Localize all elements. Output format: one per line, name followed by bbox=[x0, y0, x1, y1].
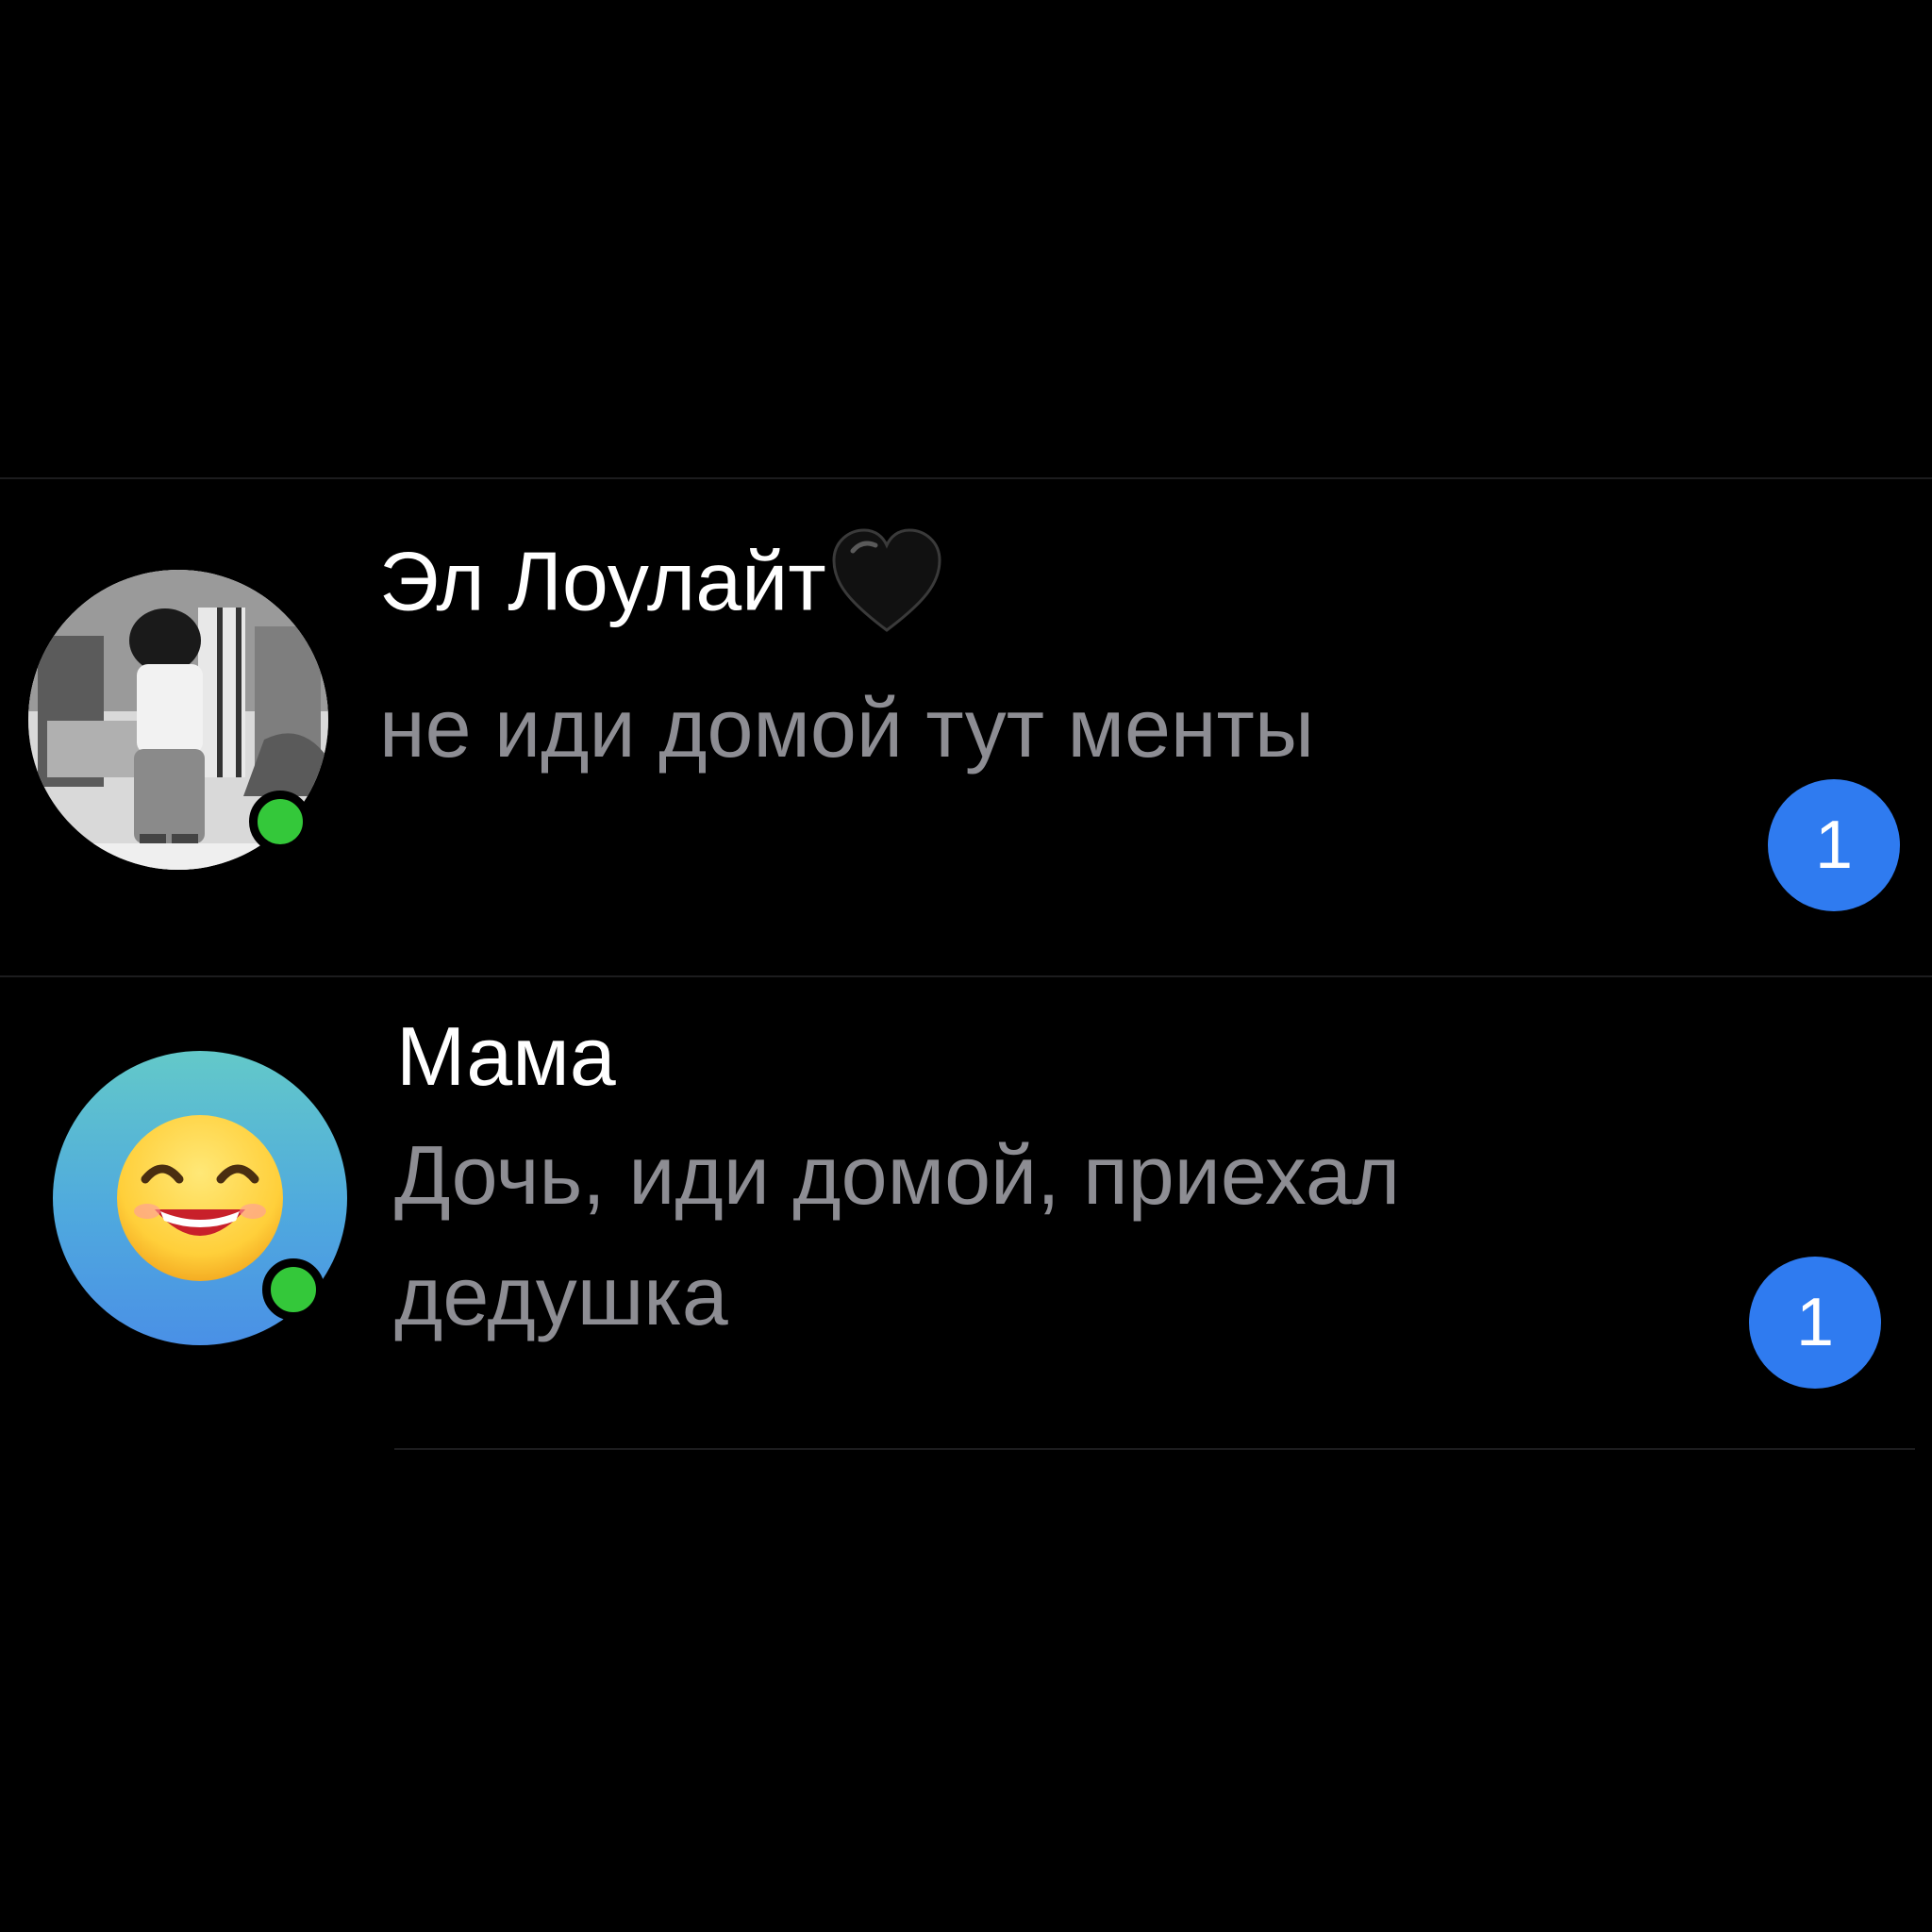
chat-name: Эл Лоулайт bbox=[379, 528, 943, 647]
chat-name-label: Эл Лоулайт bbox=[379, 534, 826, 628]
online-status-indicator bbox=[262, 1258, 325, 1321]
unread-badge: 1 bbox=[1768, 779, 1900, 911]
online-status-indicator bbox=[249, 791, 311, 853]
unread-badge: 1 bbox=[1749, 1257, 1881, 1389]
chat-row-mama[interactable]: Мама Дочь, иди домой, приехал дедушка 1 bbox=[0, 977, 1932, 1449]
black-heart-icon bbox=[830, 528, 943, 647]
avatar[interactable] bbox=[53, 1051, 347, 1345]
separator bbox=[394, 1448, 1915, 1450]
chat-row-el-lowlight[interactable]: Эл Лоулайт не иди домой тут менты 1 bbox=[0, 479, 1932, 977]
avatar[interactable] bbox=[28, 570, 328, 870]
chat-name: Мама bbox=[396, 1009, 616, 1103]
chat-preview: Дочь, иди домой, приехал дедушка bbox=[394, 1128, 1401, 1342]
chat-list: Эл Лоулайт не иди домой тут менты 1 Мама… bbox=[0, 0, 1932, 1932]
chat-preview: не иди домой тут менты bbox=[379, 681, 1315, 774]
